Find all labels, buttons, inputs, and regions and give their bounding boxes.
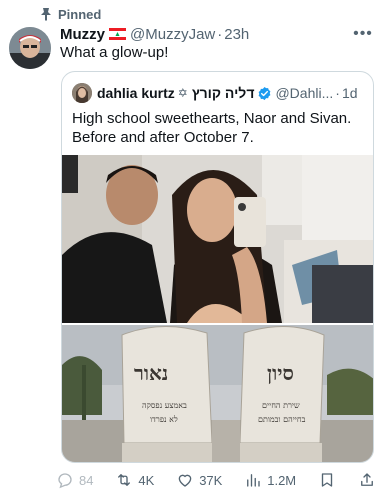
author-avatar[interactable] xyxy=(9,27,51,69)
star-of-david-icon: ✡ xyxy=(177,86,188,100)
pinned-label: Pinned xyxy=(58,6,102,22)
pin-icon xyxy=(41,8,51,21)
gravestones-photo[interactable]: נאור באמצע נפסקה לא נפרדו סיון שירת החיי… xyxy=(62,325,373,462)
author-name[interactable]: Muzzy xyxy=(60,26,105,43)
quoted-author-avatar[interactable] xyxy=(72,83,92,103)
lebanon-flag-icon xyxy=(109,28,126,40)
quoted-author-name[interactable]: dahlia kurtz xyxy=(97,85,175,101)
post-time[interactable]: 23h xyxy=(224,26,249,43)
quoted-author-handle[interactable]: @Dahli... xyxy=(275,85,333,101)
avatar-photo xyxy=(9,27,51,69)
gravestone-right-name: סיון xyxy=(267,361,294,385)
bookmark-icon xyxy=(321,473,333,487)
reply-icon xyxy=(58,473,72,489)
verified-badge-icon xyxy=(259,86,271,100)
view-count: 1.2M xyxy=(267,472,297,488)
views-button[interactable]: 1.2M xyxy=(244,471,296,489)
repost-icon xyxy=(118,474,131,486)
separator-dot: · xyxy=(335,85,340,101)
more-options-icon[interactable]: ••• xyxy=(353,25,373,42)
repost-count: 4K xyxy=(138,472,155,488)
views-chart-icon xyxy=(247,474,260,487)
like-button[interactable]: 37K xyxy=(176,471,222,489)
bookmark-button[interactable] xyxy=(318,471,336,489)
post-actions-bar: 84 4K 37K 1.2M xyxy=(56,468,376,492)
quoted-author-name-hebrew: דליה קורץ xyxy=(191,85,255,101)
share-icon xyxy=(361,473,373,486)
author-handle[interactable]: @MuzzyJaw xyxy=(130,26,215,43)
quoted-post[interactable]: dahlia kurtz ✡ דליה קורץ @Dahli... · 1d … xyxy=(61,71,374,463)
heart-icon xyxy=(178,474,192,487)
share-button[interactable] xyxy=(358,471,376,489)
gravestone-left-name: נאור xyxy=(134,361,169,385)
quoted-avatar-photo xyxy=(72,83,92,103)
quoted-post-time[interactable]: 1d xyxy=(342,85,358,101)
post-text: What a glow-up! xyxy=(60,44,169,61)
gravestone-left-line2: לא נפרדו xyxy=(150,415,178,424)
gravestone-right-line2: בחייהם ובמותם xyxy=(258,415,306,424)
gravestone-left-line1: באמצע נפסקה xyxy=(142,401,187,410)
post-header: Muzzy @MuzzyJaw · 23h xyxy=(60,25,249,43)
pinned-indicator: Pinned xyxy=(40,6,101,22)
separator-dot: · xyxy=(217,25,223,43)
like-count: 37K xyxy=(199,472,223,488)
quoted-post-header: dahlia kurtz ✡ דליה קורץ @Dahli... · 1d xyxy=(72,83,358,103)
quoted-post-text: High school sweethearts, Naor and Sivan.… xyxy=(72,110,352,146)
reply-button[interactable]: 84 xyxy=(56,471,93,489)
gravestone-right-line1: שירת החיים xyxy=(262,401,300,410)
couple-selfie-photo[interactable] xyxy=(62,155,373,323)
repost-button[interactable]: 4K xyxy=(115,471,154,489)
reply-count: 84 xyxy=(79,472,94,488)
